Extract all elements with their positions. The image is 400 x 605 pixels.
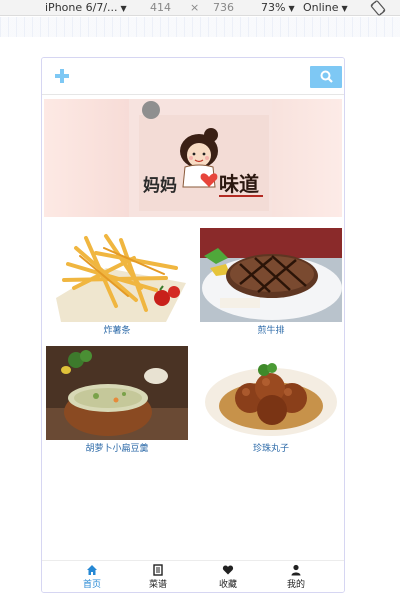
devtools-toolbar: iPhone 6/7/... ▼ 414 × 736 73% ▼ Online ▼	[0, 0, 400, 16]
svg-text:味道: 味道	[219, 172, 259, 196]
home-icon	[87, 565, 97, 575]
banner-bg-right	[272, 99, 342, 217]
mom-taste-logo: 妈妈 味道	[139, 115, 269, 211]
chevron-down-icon: ▼	[288, 4, 295, 13]
food-label[interactable]: 珍珠丸子	[200, 443, 342, 455]
tab-profile[interactable]: 我的	[266, 564, 326, 590]
banner-carousel[interactable]: 妈妈 味道	[44, 99, 342, 217]
device-select[interactable]: iPhone 6/7/... ▼	[45, 1, 127, 16]
rotate-icon[interactable]	[370, 0, 386, 16]
chevron-down-icon: ▼	[120, 4, 127, 13]
chevron-down-icon: ▼	[341, 4, 348, 13]
times-sign: ×	[190, 1, 200, 14]
food-label[interactable]: 胡萝卜小扁豆羹	[46, 443, 188, 455]
plus-icon[interactable]	[54, 68, 70, 84]
height-field[interactable]: 736	[213, 1, 234, 15]
food-card-steak[interactable]: 煎牛排	[200, 228, 342, 337]
tab-favorites[interactable]: 收藏	[198, 564, 258, 590]
width-field[interactable]: 414	[150, 1, 171, 15]
zoom-select[interactable]: 73% ▼	[261, 1, 295, 16]
zoom-value: 73%	[261, 1, 286, 14]
banner-bg-left	[44, 99, 129, 217]
network-value: Online	[303, 1, 339, 14]
food-label[interactable]: 炸薯条	[46, 325, 188, 337]
tab-home[interactable]: 首页	[62, 564, 122, 590]
network-select[interactable]: Online ▼	[303, 1, 348, 16]
search-button[interactable]	[310, 66, 342, 88]
device-ruler	[0, 17, 400, 37]
meatballs-image	[200, 346, 342, 440]
soup-image	[46, 346, 188, 440]
svg-text:妈妈: 妈妈	[143, 175, 177, 196]
tab-label: 我的	[286, 580, 305, 590]
tab-label: 收藏	[218, 580, 237, 590]
device-name: iPhone 6/7/...	[45, 1, 118, 14]
food-card-meatballs[interactable]: 珍珠丸子	[200, 346, 342, 455]
user-icon	[291, 564, 301, 576]
heart-icon	[222, 565, 234, 575]
tab-recipes[interactable]: 菜谱	[128, 564, 188, 590]
top-bar	[42, 58, 344, 95]
phone-viewport: 妈妈 味道 炸薯条 煎牛排 胡萝卜小扁豆羹 珍珠丸子 首页 菜谱 收藏 我的	[41, 57, 345, 593]
bottom-tab-bar: 首页 菜谱 收藏 我的	[42, 560, 344, 592]
tab-label: 首页	[82, 580, 101, 590]
food-card-soup[interactable]: 胡萝卜小扁豆羹	[46, 346, 188, 455]
carousel-indicator[interactable]	[142, 101, 160, 119]
tab-label: 菜谱	[148, 580, 167, 590]
book-icon	[153, 564, 163, 576]
steak-image	[200, 228, 342, 322]
screen: iPhone 6/7/... ▼ 414 × 736 73% ▼ Online ▼	[0, 0, 400, 605]
food-label[interactable]: 煎牛排	[200, 325, 342, 337]
fries-image	[46, 228, 188, 322]
food-card-fries[interactable]: 炸薯条	[46, 228, 188, 337]
search-icon	[320, 70, 333, 83]
